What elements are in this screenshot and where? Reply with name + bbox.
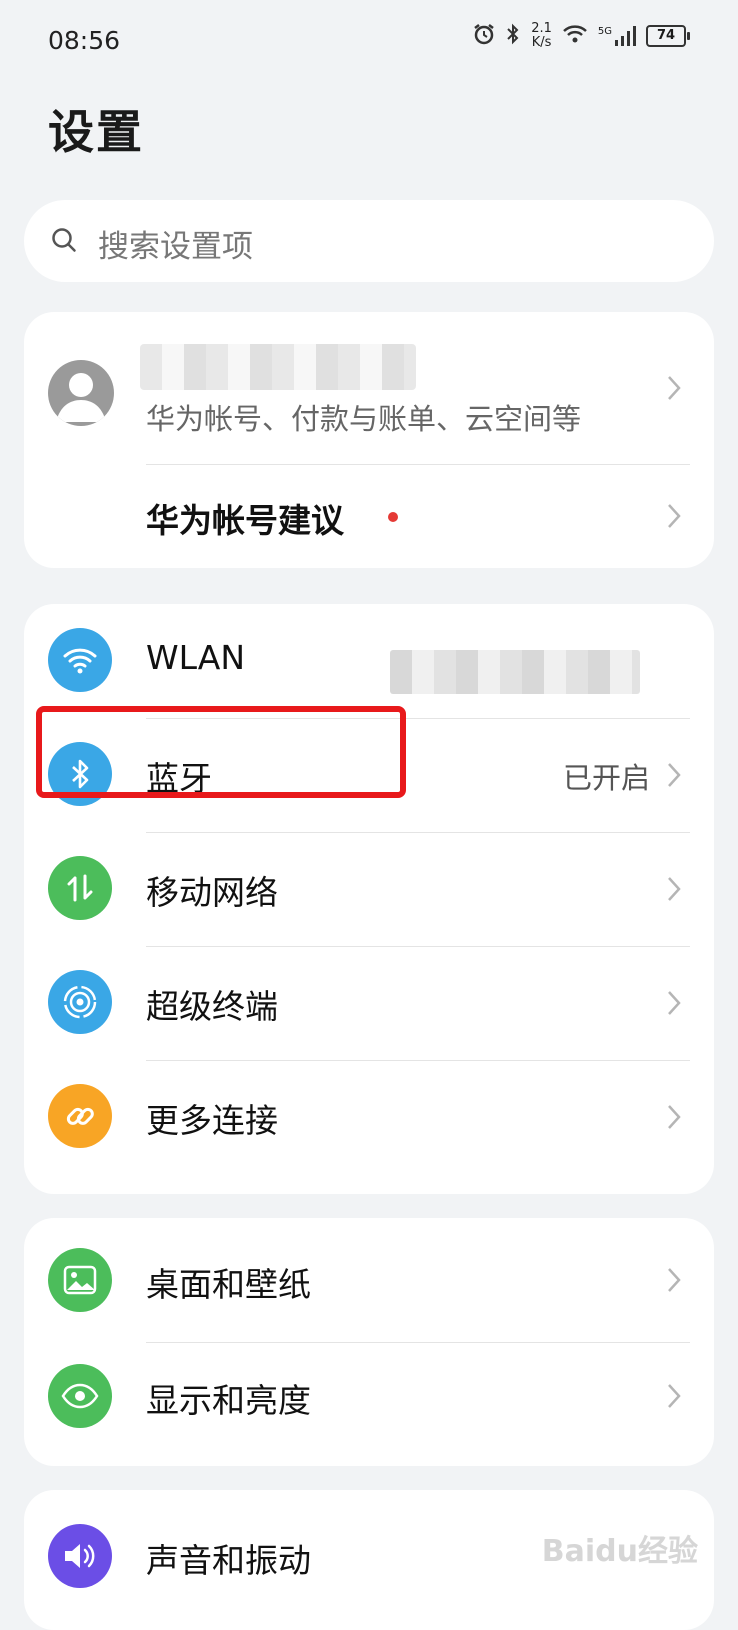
display-card: 桌面和壁纸 显示和亮度 (24, 1218, 714, 1466)
account-name-blurred (140, 344, 416, 390)
chevron-right-icon (666, 374, 682, 406)
wifi-icon (48, 628, 112, 692)
display-brightness-row[interactable]: 显示和亮度 (24, 1342, 714, 1466)
wallpaper-label: 桌面和壁纸 (146, 1265, 311, 1304)
chevron-right-icon (666, 1103, 682, 1135)
chevron-right-icon (666, 875, 682, 907)
alarm-icon (473, 23, 495, 49)
more-connections-label: 更多连接 (146, 1101, 278, 1140)
search-placeholder: 搜索设置项 (98, 229, 253, 265)
account-suggestion-row[interactable]: 华为帐号建议 (24, 464, 714, 568)
page-title: 设置 (48, 105, 144, 159)
avatar (48, 360, 114, 426)
search-input[interactable]: 搜索设置项 (24, 200, 714, 282)
notification-dot (388, 512, 398, 522)
watermark: Baidu经验 (541, 1534, 698, 1569)
connectivity-card: WLAN 蓝牙 已开启 移动网络 超级终端 更多连接 (24, 604, 714, 1194)
speaker-icon (48, 1524, 112, 1588)
sound-vibration-label: 声音和振动 (146, 1541, 311, 1580)
cellular-signal-icon: 5G (598, 26, 636, 46)
net-speed: 2.1 K/s (531, 21, 552, 50)
account-subtitle: 华为帐号、付款与账单、云空间等 (146, 402, 582, 436)
chevron-right-icon (666, 989, 682, 1021)
bluetooth-status: 已开启 (562, 761, 650, 795)
super-device-icon (48, 970, 112, 1034)
wlan-label: WLAN (146, 638, 246, 677)
link-icon (48, 1084, 112, 1148)
chevron-right-icon (666, 502, 682, 534)
chevron-right-icon (666, 1266, 682, 1298)
mobile-network-row[interactable]: 移动网络 (24, 832, 714, 946)
battery-indicator: 74 (646, 25, 690, 47)
wallpaper-row[interactable]: 桌面和壁纸 (24, 1218, 714, 1342)
wlan-row[interactable]: WLAN (24, 604, 714, 718)
wifi-status-icon (562, 23, 588, 49)
eye-icon (48, 1364, 112, 1428)
wallpaper-icon (48, 1248, 112, 1312)
wlan-network-blurred (390, 650, 640, 694)
super-device-row[interactable]: 超级终端 (24, 946, 714, 1060)
chevron-right-icon (666, 761, 682, 793)
highlight-box (36, 706, 406, 798)
search-icon (50, 226, 78, 258)
mobile-network-label: 移动网络 (146, 873, 278, 912)
status-bar: 08:56 2.1 K/s 5G 74 (0, 0, 738, 84)
status-icons: 2.1 K/s 5G 74 (473, 21, 690, 50)
status-time: 08:56 (48, 26, 121, 55)
mobile-data-icon (48, 856, 112, 920)
more-connections-row[interactable]: 更多连接 (24, 1060, 714, 1174)
super-device-label: 超级终端 (146, 987, 278, 1026)
chevron-right-icon (666, 1382, 682, 1414)
bluetooth-status-icon (505, 23, 521, 49)
account-card: 华为帐号、付款与账单、云空间等 华为帐号建议 (24, 312, 714, 568)
display-brightness-label: 显示和亮度 (146, 1381, 311, 1420)
account-suggestion-label: 华为帐号建议 (146, 501, 344, 540)
account-row[interactable]: 华为帐号、付款与账单、云空间等 (24, 312, 714, 464)
